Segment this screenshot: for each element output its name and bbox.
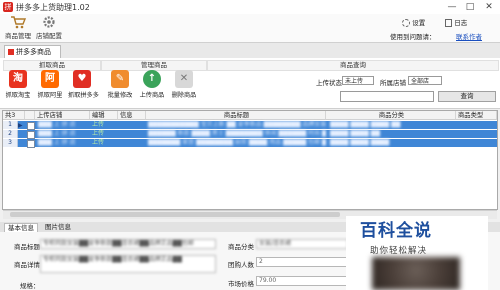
row-store: ███ 上 拼 店 (38, 121, 76, 128)
group-size-label: 团购人数 (228, 261, 254, 269)
row-store: ███ 上 拼 店 (38, 130, 76, 137)
col-header-check[interactable] (25, 111, 35, 120)
col-header-category[interactable]: 商品分类 (326, 111, 456, 120)
batch-edit-label: 批量修改 (107, 92, 133, 99)
row-checkbox[interactable] (27, 131, 35, 139)
cart-icon (10, 15, 27, 29)
contact-author-link[interactable]: 联系作者 (456, 31, 482, 41)
row-edit-link[interactable]: 上传 (92, 139, 116, 147)
col-header-info[interactable]: 信息 (118, 111, 146, 120)
group-size-field[interactable]: 2 (256, 257, 348, 267)
row-store: ███ 上 拼 店 (38, 139, 76, 146)
col-header-type[interactable]: 商品类型 (456, 111, 497, 120)
upload-status-label: 上传状态 (316, 79, 342, 87)
app-logo-icon: 拼 (3, 2, 13, 12)
store-config-label: 店铺配置 (36, 32, 62, 40)
goods-manage-label: 商品管理 (5, 32, 31, 40)
window-title: 拼多多上货助理1.02 (16, 3, 90, 12)
fetch-taobao-label: 抓取淘宝 (5, 92, 31, 99)
market-price-field[interactable]: 79.00 (256, 276, 348, 286)
goods-desc-field[interactable]: 专柜同款女装██夏季新款██连衣裙██品牌正品██ (40, 255, 216, 273)
row-checkbox[interactable] (27, 140, 35, 148)
query-group-title: 商品查询 (207, 60, 499, 71)
goods-desc-label: 商品详情 (14, 261, 40, 269)
col-header-title[interactable]: 商品标题 (146, 111, 326, 120)
maximize-button[interactable]: □ (463, 1, 477, 13)
row-title: ██████ 新款 ████ 男士 ████████ 休闲 ██████ 时尚 … (148, 130, 326, 137)
gear-icon (41, 15, 57, 29)
delete-goods-label: 删除商品 (171, 92, 197, 99)
category-label: 商品分类 (228, 243, 254, 251)
alibaba-icon: 阿 (41, 70, 59, 88)
row-number: 2 (3, 130, 18, 138)
tab-image-info[interactable]: 图片信息 (42, 223, 74, 232)
col-header-count: 共3 (3, 111, 25, 120)
row-category: ████ ████ ██ (330, 130, 380, 137)
row-pointer-icon: ▶ (18, 122, 23, 129)
log-label: 日志 (454, 19, 468, 27)
row-checkbox[interactable] (27, 122, 35, 130)
row-category: ████ ████ ████ ██ (330, 121, 401, 128)
scrollbar-thumb[interactable] (10, 212, 340, 217)
delete-icon: ✕ (175, 70, 193, 88)
fetch-alibaba-button[interactable]: 阿 抓取阿里 (36, 70, 64, 99)
upload-goods-label: 上传商品 (139, 92, 165, 99)
document-tab-strip (0, 43, 500, 59)
row-number: 3 (3, 139, 18, 147)
col-header-edit[interactable]: 编辑 (90, 111, 118, 120)
col-header-store[interactable]: 上传店铺 (35, 111, 90, 120)
delete-goods-button[interactable]: ✕ 删除商品 (170, 70, 198, 99)
row-number: 1 (3, 121, 18, 129)
watermark-title: 百科全说 (360, 221, 432, 241)
upload-goods-button[interactable]: ↑ 上传商品 (138, 70, 166, 99)
query-button[interactable]: 查询 (438, 91, 496, 102)
fetch-pdd-button[interactable]: ♥ 抓取拼多多 (68, 70, 99, 99)
goods-title-field[interactable]: 专柜同款女装██夏季新款██连衣裙██品牌正品██包邮 (40, 239, 216, 249)
log-button[interactable]: 日志 (445, 17, 485, 27)
tab-pdd-goods[interactable]: 拼多多商品 (4, 45, 61, 58)
fetch-taobao-button[interactable]: 淘 抓取淘宝 (4, 70, 32, 99)
store-filter-label: 所属店铺 (380, 79, 406, 87)
batch-edit-button[interactable]: ✎ 批量修改 (106, 70, 134, 99)
search-input[interactable] (340, 91, 434, 102)
market-price-label: 市场价格 (228, 280, 254, 288)
goods-manage-button[interactable]: 商品管理 (3, 15, 33, 40)
goods-spec-label: 规格： (20, 282, 40, 290)
tab-pdd-goods-label: 拼多多商品 (16, 48, 51, 56)
help-text: 使用到问题请： (390, 33, 436, 41)
row-title: ███████████ 宝贝上新 ██ 夏季新品 ████████ 品牌女装 █… (148, 121, 326, 128)
minimize-button[interactable]: — (445, 1, 459, 13)
fetch-alibaba-label: 抓取阿里 (37, 92, 63, 99)
settings-button[interactable]: 设置 (402, 17, 442, 27)
category-field[interactable]: 女装/连衣裙 (256, 239, 348, 249)
row-category: ████ ████ ████ (330, 139, 390, 146)
settings-label: 设置 (412, 19, 426, 27)
row-title: ███████ 家居 ████████ 厨房 ████ 用品 █████ 包邮 … (148, 139, 326, 146)
log-icon (445, 19, 452, 27)
row-edit-link[interactable]: 上传 (92, 130, 116, 138)
product-image-preview (372, 257, 460, 290)
upload-status-select[interactable]: 未上传 (342, 76, 374, 85)
goods-title-label: 商品标题 (14, 243, 40, 251)
pinduoduo-icon: ♥ (73, 70, 91, 88)
close-button[interactable]: ✕ (482, 1, 496, 13)
watermark-subtitle: 助你轻松解决 (370, 246, 428, 256)
fetch-pdd-label: 抓取拼多多 (68, 92, 99, 99)
upload-arrow-icon: ↑ (143, 70, 161, 88)
pencil-icon: ✎ (111, 70, 129, 88)
settings-gear-icon (402, 19, 410, 27)
pdd-tab-icon (8, 49, 14, 55)
store-filter-select[interactable]: 全部店 (408, 76, 442, 85)
taobao-icon: 淘 (9, 70, 27, 88)
store-config-button[interactable]: 店铺配置 (34, 15, 64, 40)
row-edit-link[interactable]: 上传 (92, 121, 116, 129)
